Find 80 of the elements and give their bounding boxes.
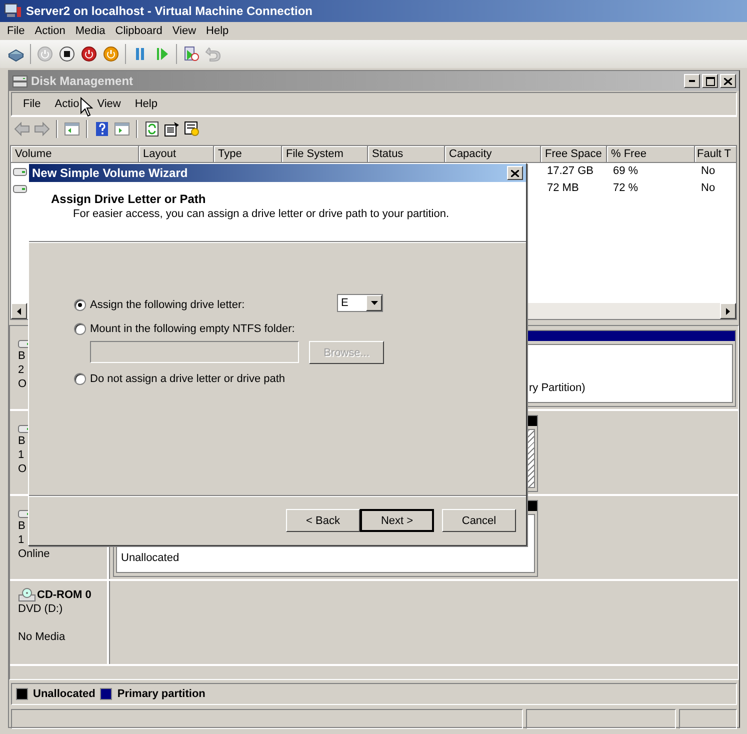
disk-name: B [18,434,26,448]
drive-letter-dropdown[interactable]: E [337,294,383,312]
column-header[interactable]: Free Space [541,146,607,163]
scroll-right-button[interactable] [720,303,736,319]
wizard-heading: Assign Drive Letter or Path [51,192,207,206]
minimize-icon [689,80,695,82]
disk-size: 2 [18,363,24,377]
column-header[interactable]: % Free [607,146,695,163]
disk-management-icon [12,74,28,88]
disk-name: B [18,519,26,533]
menu-item[interactable]: Action [30,25,70,37]
option-label: Do not assign a drive letter or drive path [90,373,286,385]
snapshot-icon[interactable] [183,46,199,62]
disk-status: Online [18,547,50,561]
power-icon[interactable] [81,46,97,62]
table-cell: 69 % [613,165,638,177]
stop-icon[interactable] [59,46,75,62]
computer-icon [4,3,22,19]
option-label: Assign the following drive letter: [90,299,245,311]
minimize-button[interactable] [684,74,700,88]
window-title: Server2 on localhost - Virtual Machine Connection [26,4,313,18]
column-header[interactable]: Fault T [695,146,736,163]
wizard-subtitle: For easier access, you can assign a drive letter or drive path to your partition. [73,208,450,220]
column-header[interactable]: Volume [11,146,139,163]
column-header[interactable]: Status [368,146,445,163]
refresh-icon[interactable] [144,121,160,137]
maximize-button[interactable] [702,74,718,88]
column-header[interactable]: File System [282,146,368,163]
disk-status: O [18,462,27,476]
column-header[interactable]: Capacity [445,146,541,163]
legend-label: Primary partition [117,688,206,700]
menu-item[interactable]: File [16,98,48,110]
close-button[interactable] [720,74,736,88]
radio-button[interactable] [74,299,86,311]
menu-item[interactable]: View [167,25,202,37]
legend-label: Unallocated [33,688,96,700]
right-arrow-icon [726,308,730,314]
column-header[interactable]: Layout [139,146,214,163]
wizard-button[interactable]: < Back [286,509,360,532]
disk-status: No Media [18,630,66,644]
menu-item[interactable]: Help [128,98,164,110]
table-cell: 72 MB [547,182,579,194]
disk-size: 1 [18,533,24,547]
partition-label: ry Partition) [529,382,586,394]
menu-item[interactable]: View [90,98,128,110]
disk-size: DVD (D:) [18,602,63,616]
cd-drive-icon [18,588,36,602]
maximize-icon [706,76,714,86]
disk-size: 1 [18,448,24,462]
close-icon [511,170,519,176]
menu-item[interactable]: Clipboard [110,25,168,37]
panel-icon[interactable] [64,121,80,137]
table-cell: 72 % [613,182,638,194]
help-icon[interactable] [94,121,110,137]
radio-button[interactable] [74,323,86,335]
menu-item[interactable]: File [2,25,30,37]
disk-status: O [18,377,27,391]
left-arrow-icon [17,308,21,314]
power-icon[interactable] [103,46,119,62]
menu-item[interactable]: Media [70,25,110,37]
wizard-button[interactable]: Cancel [442,509,516,532]
radio-button[interactable] [74,373,86,385]
wizard-button[interactable]: Next > [360,509,434,532]
close-icon [724,78,732,84]
disk-name: CD-ROM 0 [37,588,92,602]
dialog-title: New Simple Volume Wizard [32,166,188,180]
disk-name: B [18,349,26,363]
window-title: Disk Management [31,74,134,88]
option-label: Mount in the following empty NTFS folder: [90,323,295,335]
caret-icon [370,301,378,305]
table-cell: No [701,182,716,194]
properties-icon[interactable] [164,121,180,137]
close-button[interactable] [507,166,523,180]
partition-label: Unallocated [121,552,180,564]
panel-icon[interactable] [114,121,130,137]
scroll-left-button[interactable] [11,303,27,319]
column-header[interactable]: Type [214,146,282,163]
menu-item[interactable]: Help [201,25,234,37]
table-cell: No [701,165,716,177]
table-cell: 17.27 GB [547,165,594,177]
